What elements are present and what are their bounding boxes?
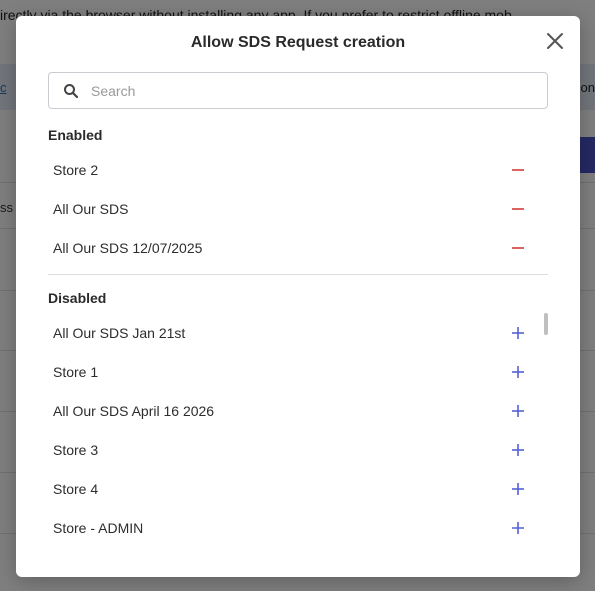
disabled-list-item: All Our SDS Jan 21st [48,313,528,352]
plus-icon [512,404,524,417]
remove-button[interactable] [508,160,528,180]
plus-icon [512,365,524,378]
search-input[interactable] [89,81,547,100]
search-field[interactable] [48,72,548,109]
add-button[interactable] [508,362,528,382]
plus-icon [512,443,524,456]
disabled-list-item: Store - ADMIN [48,508,528,547]
disabled-item-label: All Our SDS April 16 2026 [53,402,215,419]
minus-icon [512,207,524,210]
disabled-item-label: Store 4 [53,480,99,497]
disabled-item-label: Store 3 [53,441,99,458]
add-button[interactable] [508,323,528,343]
plus-icon [512,521,524,534]
disabled-heading: Disabled [48,290,107,306]
remove-button[interactable] [508,199,528,219]
disabled-item-label: All Our SDS Jan 21st [53,324,186,341]
list-scrollbar[interactable] [544,313,548,335]
add-button[interactable] [508,518,528,538]
close-button[interactable] [544,30,566,52]
enabled-list-item: All Our SDS [48,189,528,228]
search-icon [64,83,79,98]
minus-icon [512,246,524,249]
add-button[interactable] [508,440,528,460]
enabled-list-item: Store 2 [48,150,528,189]
remove-button[interactable] [508,238,528,258]
minus-icon [512,168,524,171]
enabled-item-label: Store 2 [53,161,99,178]
plus-icon [512,482,524,495]
disabled-list-item: Store 4 [48,469,528,508]
allow-sds-request-modal: Allow SDS Request creation Enabled Store… [16,16,580,577]
disabled-item-label: Store 1 [53,363,99,380]
disabled-item-label: Store - ADMIN [53,519,144,536]
enabled-list-item: All Our SDS 12/07/2025 [48,228,528,267]
disabled-list-item: Store 3 [48,430,528,469]
enabled-heading: Enabled [48,127,103,143]
close-icon [547,33,563,49]
section-divider [48,274,548,275]
disabled-list-item: Store 1 [48,352,528,391]
add-button[interactable] [508,401,528,421]
enabled-item-label: All Our SDS [53,200,129,217]
add-button[interactable] [508,479,528,499]
enabled-item-label: All Our SDS 12/07/2025 [53,239,203,256]
modal-title: Allow SDS Request creation [190,34,406,51]
plus-icon [512,326,524,339]
disabled-list-item: All Our SDS April 16 2026 [48,391,528,430]
